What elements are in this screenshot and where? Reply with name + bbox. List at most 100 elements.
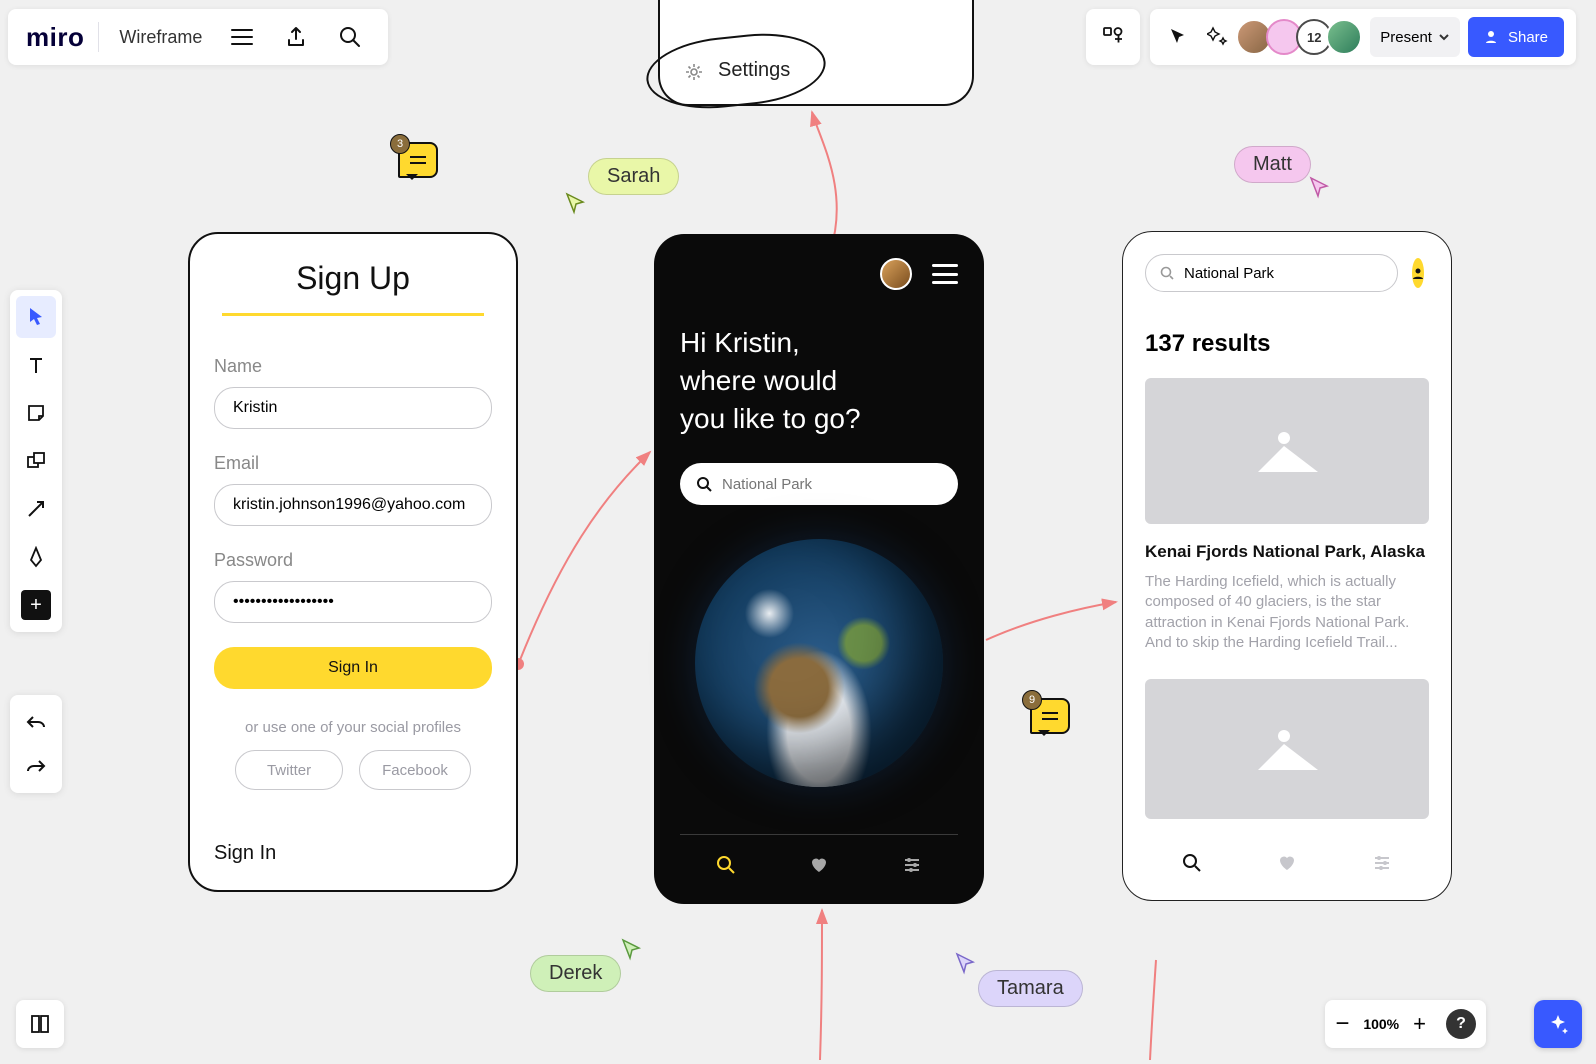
- sparkle-icon: [1547, 1013, 1569, 1035]
- search-frame[interactable]: Hi Kristin, where would you like to go?: [654, 234, 984, 904]
- zoom-in-button[interactable]: +: [1413, 1011, 1426, 1037]
- search-icon: [1182, 853, 1202, 873]
- chevron-down-icon: [1438, 31, 1450, 43]
- cursor-arrow-icon: [1308, 176, 1332, 200]
- tab-search[interactable]: [716, 855, 736, 880]
- cursor-tamara: Tamara: [978, 970, 1083, 1007]
- pen-icon: [26, 546, 46, 568]
- heart-icon: [809, 855, 829, 875]
- header-right: 12 Present Share: [1086, 9, 1576, 65]
- arrow-icon: [26, 499, 46, 519]
- comment-thread[interactable]: 9: [1030, 698, 1070, 734]
- email-label: Email: [214, 453, 492, 474]
- earth-image: [695, 539, 943, 787]
- tab-filters[interactable]: [1372, 853, 1392, 878]
- social-hint: or use one of your social profiles: [214, 719, 492, 736]
- password-label: Password: [214, 550, 492, 571]
- comment-count: 3: [390, 134, 410, 154]
- image-icon: [1258, 728, 1316, 770]
- hamburger-icon: [231, 28, 253, 46]
- results-frame[interactable]: 137 results Kenai Fjords National Park, …: [1122, 231, 1452, 901]
- search-icon: [1160, 266, 1174, 280]
- submit-button[interactable]: Sign In: [214, 647, 492, 689]
- signup-frame[interactable]: Sign Up Name Email Password Sign In or u…: [188, 232, 518, 892]
- plus-icon: +: [21, 590, 51, 620]
- undo-button[interactable]: [16, 701, 56, 743]
- results-search-input[interactable]: [1184, 265, 1383, 282]
- cursor-sarah: Sarah: [588, 158, 679, 195]
- result-title[interactable]: Kenai Fjords National Park, Alaska: [1145, 542, 1429, 562]
- help-button[interactable]: ?: [1446, 1009, 1476, 1039]
- collaborator-avatars[interactable]: 12: [1242, 19, 1362, 55]
- main-menu-button[interactable]: [222, 17, 262, 57]
- person-plus-icon: [1484, 29, 1500, 45]
- result-body: The Harding Icefield, which is actually …: [1145, 572, 1429, 653]
- cursor-filled-icon: [1168, 27, 1188, 47]
- email-input[interactable]: [214, 484, 492, 526]
- twitter-button[interactable]: Twitter: [235, 750, 343, 790]
- miro-logo[interactable]: miro: [26, 22, 84, 53]
- user-avatar-small[interactable]: [1412, 258, 1424, 288]
- undo-redo: [10, 695, 62, 793]
- name-label: Name: [214, 356, 492, 377]
- results-search-field[interactable]: [1145, 254, 1398, 292]
- cursor-derek: Derek: [530, 955, 621, 992]
- sliders-icon: [902, 855, 922, 875]
- search-field[interactable]: [680, 463, 958, 505]
- select-tool[interactable]: [16, 296, 56, 338]
- present-button[interactable]: Present: [1370, 17, 1460, 57]
- results-count: 137 results: [1145, 330, 1429, 358]
- apps-button[interactable]: [1086, 9, 1140, 65]
- sticky-tool[interactable]: [16, 392, 56, 434]
- tab-favorites[interactable]: [1277, 853, 1297, 878]
- avatar[interactable]: [1326, 19, 1362, 55]
- arrow-tool[interactable]: [16, 488, 56, 530]
- sparkle-icon: [1207, 26, 1229, 48]
- search-input[interactable]: [722, 476, 942, 493]
- redo-button[interactable]: [16, 745, 56, 787]
- share-button[interactable]: Share: [1468, 17, 1564, 57]
- board-name[interactable]: Wireframe: [113, 27, 208, 48]
- cursor-arrow-icon: [954, 952, 978, 976]
- tab-search[interactable]: [1182, 853, 1202, 878]
- tab-filters[interactable]: [902, 855, 922, 880]
- search-button[interactable]: [330, 17, 370, 57]
- comment-lines-icon: [1041, 711, 1059, 721]
- sliders-icon: [1372, 853, 1392, 873]
- user-avatar[interactable]: [880, 258, 912, 290]
- search-icon: [716, 855, 736, 875]
- header-divider: [98, 22, 99, 52]
- more-tools[interactable]: +: [16, 584, 56, 626]
- zoom-level[interactable]: 100%: [1363, 1016, 1399, 1032]
- name-input[interactable]: [214, 387, 492, 429]
- ai-assist-button[interactable]: [1534, 1000, 1582, 1048]
- shape-tool[interactable]: [16, 440, 56, 482]
- bottom-tabs: [680, 834, 958, 880]
- apps-icon: [1102, 26, 1124, 48]
- comment-count: 9: [1022, 690, 1042, 710]
- greeting-line: you like to go?: [680, 400, 958, 438]
- zoom-out-button[interactable]: −: [1335, 1010, 1349, 1038]
- comment-thread[interactable]: 3: [398, 142, 438, 178]
- frames-icon: [29, 1013, 51, 1035]
- search-icon: [696, 476, 712, 492]
- shapes-icon: [26, 451, 46, 471]
- cursor-mode-button[interactable]: [1162, 17, 1194, 57]
- menu-button[interactable]: [932, 264, 958, 284]
- tab-favorites[interactable]: [809, 855, 829, 880]
- reactions-button[interactable]: [1202, 17, 1234, 57]
- search-icon: [339, 26, 361, 48]
- result-image-placeholder: [1145, 679, 1429, 819]
- facebook-button[interactable]: Facebook: [359, 750, 471, 790]
- text-tool[interactable]: [16, 344, 56, 386]
- sticky-icon: [26, 403, 46, 423]
- cursor-arrow-icon: [564, 192, 588, 216]
- frames-panel-button[interactable]: [16, 1000, 64, 1048]
- export-icon: [285, 26, 307, 48]
- pen-tool[interactable]: [16, 536, 56, 578]
- greeting-text: Hi Kristin, where would you like to go?: [680, 324, 958, 437]
- export-button[interactable]: [276, 17, 316, 57]
- text-icon: [26, 355, 46, 375]
- signin-link[interactable]: Sign In: [214, 842, 492, 865]
- password-input[interactable]: [214, 581, 492, 623]
